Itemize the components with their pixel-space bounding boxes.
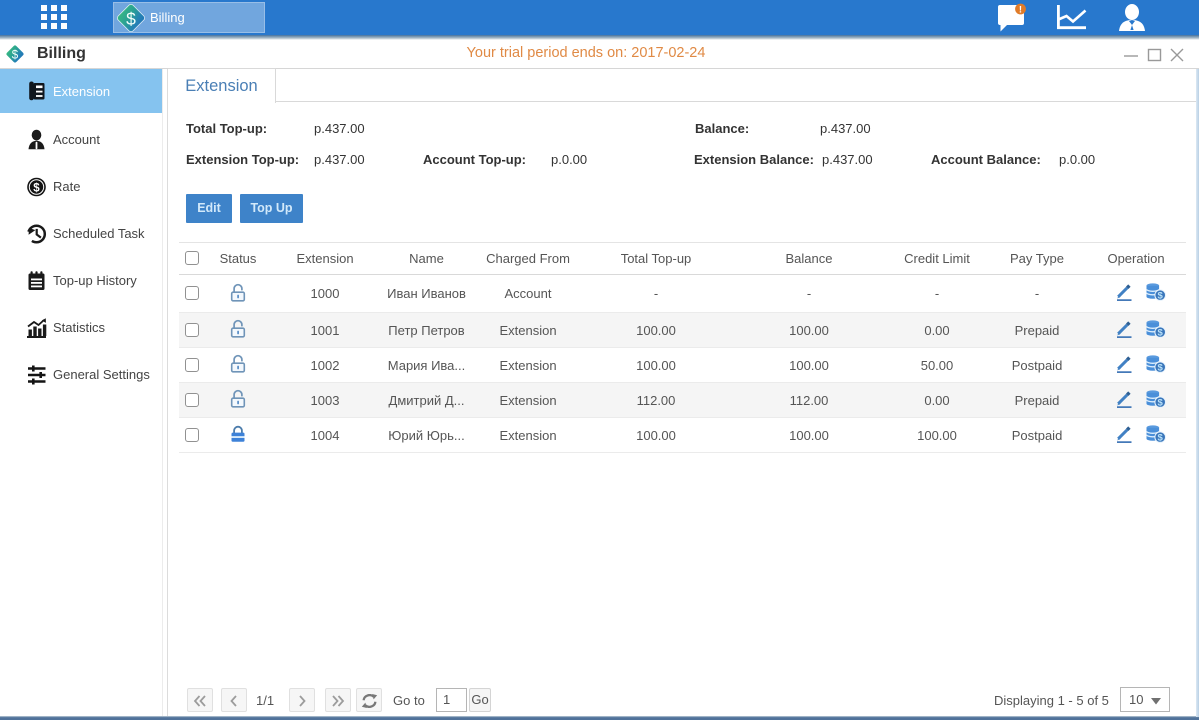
svg-text:$: $ [1157,362,1163,372]
svg-text:!: ! [1019,5,1022,16]
svg-text:$: $ [1157,327,1163,337]
svg-text:$: $ [33,182,40,194]
svg-text:$: $ [1157,291,1163,301]
svg-text:$: $ [1157,397,1163,407]
svg-text:$: $ [126,9,136,29]
svg-text:$: $ [1157,432,1163,442]
